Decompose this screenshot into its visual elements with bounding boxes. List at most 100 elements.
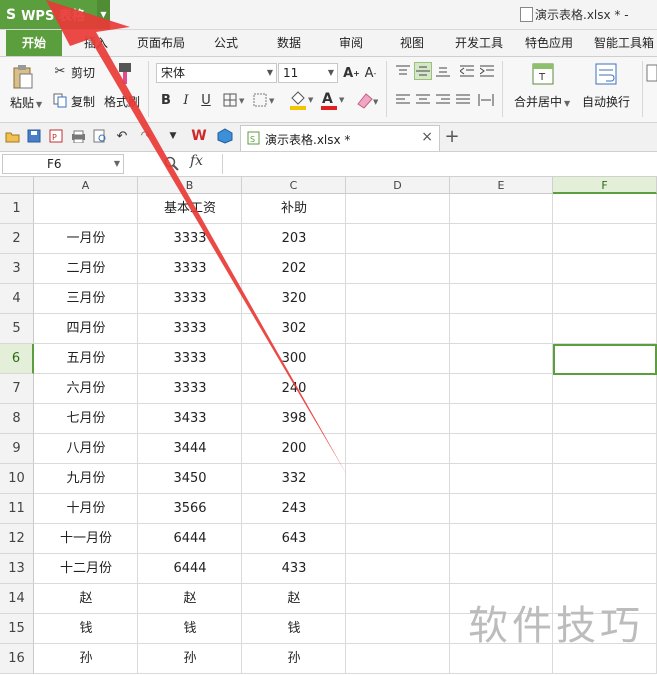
tab-review[interactable]: 审阅 (339, 30, 363, 56)
customize-toolbar-icon[interactable]: ▼ (166, 128, 180, 144)
align-center-icon[interactable] (414, 91, 432, 109)
cell-b4[interactable]: 3333 (138, 284, 242, 314)
cell-a2[interactable]: 一月份 (34, 224, 138, 254)
cut-button[interactable]: 剪切 (71, 64, 95, 81)
align-right-icon[interactable] (434, 91, 452, 109)
cell-c2[interactable]: 203 (242, 224, 346, 254)
cell-a8[interactable]: 七月份 (34, 404, 138, 434)
column-header-b[interactable]: B (138, 177, 242, 194)
cell-a13[interactable]: 十二月份 (34, 554, 138, 584)
cell-b15[interactable]: 钱 (138, 614, 242, 644)
font-name-select[interactable]: 宋体 ▼ (156, 63, 277, 83)
cell-c13[interactable]: 433 (242, 554, 346, 584)
row-header-4[interactable]: 4 (0, 284, 34, 314)
tab-view[interactable]: 视图 (400, 30, 424, 56)
format-painter-button[interactable]: 格式刷 (104, 93, 140, 110)
new-tab-plus-icon[interactable]: + (443, 125, 461, 149)
row-header-1[interactable]: 1 (0, 194, 34, 224)
cell-a12[interactable]: 十一月份 (34, 524, 138, 554)
selected-cell-f6[interactable] (553, 344, 657, 375)
wps-w-icon[interactable]: W (190, 128, 208, 144)
row-header-12[interactable]: 12 (0, 524, 34, 554)
merge-center-button[interactable]: 合并居中 ▼ (514, 93, 570, 110)
row-header-15[interactable]: 15 (0, 614, 34, 644)
tab-page-layout[interactable]: 页面布局 (137, 30, 185, 56)
cell-b11[interactable]: 3566 (138, 494, 242, 524)
cell-c16[interactable]: 孙 (242, 644, 346, 674)
decrease-indent-icon[interactable] (458, 62, 476, 80)
bold-icon[interactable]: B (158, 91, 174, 109)
cell-a9[interactable]: 八月份 (34, 434, 138, 464)
export-pdf-icon[interactable]: P (48, 128, 64, 144)
row-header-11[interactable]: 11 (0, 494, 34, 524)
column-header-d[interactable]: D (346, 177, 450, 194)
cell-c8[interactable]: 398 (242, 404, 346, 434)
tab-home[interactable]: 开始 (6, 30, 62, 56)
clear-format-icon[interactable]: ▼ (353, 89, 379, 111)
cell-c12[interactable]: 643 (242, 524, 346, 554)
row-header-13[interactable]: 13 (0, 554, 34, 584)
cell-c1[interactable]: 补助 (242, 194, 346, 224)
wrap-text-button[interactable]: 自动换行 (582, 93, 630, 110)
paste-icon[interactable] (10, 63, 36, 91)
column-header-f[interactable]: F (553, 177, 657, 194)
underline-icon[interactable]: U (198, 91, 214, 109)
column-header-a[interactable]: A (34, 177, 138, 194)
select-all-corner[interactable] (0, 177, 34, 194)
cell-b9[interactable]: 3444 (138, 434, 242, 464)
app-menu-dropdown-icon[interactable]: ▼ (97, 0, 110, 29)
insert-function-icon[interactable]: fx (190, 153, 203, 169)
print-icon[interactable] (70, 128, 86, 144)
tab-formulas[interactable]: 公式 (214, 30, 238, 56)
wrap-text-icon[interactable] (594, 62, 618, 86)
undo-icon[interactable]: ↶ (114, 128, 130, 144)
italic-icon[interactable]: I (178, 91, 194, 109)
increase-font-icon[interactable]: A + (343, 63, 360, 83)
align-middle-icon[interactable] (414, 62, 432, 80)
print-preview-icon[interactable] (92, 128, 108, 144)
align-top-icon[interactable] (394, 62, 412, 80)
row-header-7[interactable]: 7 (0, 374, 34, 404)
format-painter-icon[interactable] (115, 61, 135, 87)
open-folder-icon[interactable] (4, 128, 20, 144)
cell-a4[interactable]: 三月份 (34, 284, 138, 314)
decrease-font-icon[interactable]: A- (362, 63, 379, 83)
row-header-2[interactable]: 2 (0, 224, 34, 254)
cloud-cube-icon[interactable] (216, 127, 234, 145)
cell-a14[interactable]: 赵 (34, 584, 138, 614)
paste-button[interactable]: 粘贴 ▼ (10, 94, 42, 111)
cell-b6[interactable]: 3333 (138, 344, 242, 374)
cell-c14[interactable]: 赵 (242, 584, 346, 614)
font-size-select[interactable]: 11 ▼ (278, 63, 338, 83)
cell-a16[interactable]: 孙 (34, 644, 138, 674)
cell-b10[interactable]: 3450 (138, 464, 242, 494)
cell-c15[interactable]: 钱 (242, 614, 346, 644)
align-bottom-icon[interactable] (434, 62, 452, 80)
cell-a15[interactable]: 钱 (34, 614, 138, 644)
cell-a6[interactable]: 五月份 (34, 344, 138, 374)
row-header-14[interactable]: 14 (0, 584, 34, 614)
row-header-5[interactable]: 5 (0, 314, 34, 344)
distribute-icon[interactable] (476, 91, 496, 109)
row-header-10[interactable]: 10 (0, 464, 34, 494)
cell-c6[interactable]: 300 (242, 344, 346, 374)
cell-c9[interactable]: 200 (242, 434, 346, 464)
cell-c10[interactable]: 332 (242, 464, 346, 494)
cell-b14[interactable]: 赵 (138, 584, 242, 614)
scissors-icon[interactable]: ✂ (52, 63, 68, 79)
cell-b7[interactable]: 3333 (138, 374, 242, 404)
save-icon[interactable] (26, 128, 42, 144)
cell-a11[interactable]: 十月份 (34, 494, 138, 524)
cell-a5[interactable]: 四月份 (34, 314, 138, 344)
row-header-16[interactable]: 16 (0, 644, 34, 674)
cell-c4[interactable]: 320 (242, 284, 346, 314)
tab-insert[interactable]: 插入 (84, 30, 108, 56)
cell-c3[interactable]: 202 (242, 254, 346, 284)
cell-b1[interactable]: 基本工资 (138, 194, 242, 224)
zoom-search-icon[interactable] (163, 155, 181, 173)
tab-data[interactable]: 数据 (277, 30, 301, 56)
cell-b16[interactable]: 孙 (138, 644, 242, 674)
cell-b2[interactable]: 3333 (138, 224, 242, 254)
tab-developer[interactable]: 开发工具 (455, 30, 503, 56)
cell-c5[interactable]: 302 (242, 314, 346, 344)
